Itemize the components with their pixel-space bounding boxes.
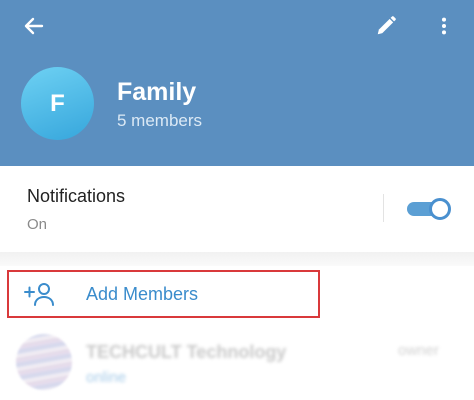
more-options-button[interactable] xyxy=(424,6,464,46)
notifications-toggle[interactable] xyxy=(407,198,451,220)
more-vertical-icon xyxy=(441,17,447,35)
notifications-label: Notifications xyxy=(27,186,126,206)
member-avatar xyxy=(16,334,72,390)
add-person-icon xyxy=(24,283,54,306)
group-avatar[interactable]: F xyxy=(21,67,94,140)
member-status: online xyxy=(86,369,127,386)
edit-button[interactable] xyxy=(366,6,406,46)
pencil-icon xyxy=(377,16,396,35)
notifications-row[interactable]: Notifications On xyxy=(0,166,474,252)
notifications-status: On xyxy=(27,216,48,233)
member-list-item[interactable]: TECHCULT Technology online owner xyxy=(0,322,474,400)
member-name: TECHCULT Technology xyxy=(86,342,287,362)
toggle-knob xyxy=(429,198,451,220)
member-role-badge: owner xyxy=(398,342,439,359)
add-members-row[interactable]: Add Members xyxy=(0,266,474,322)
member-count: 5 members xyxy=(117,111,203,130)
group-avatar-letter: F xyxy=(50,89,65,117)
divider xyxy=(383,194,384,222)
back-button[interactable] xyxy=(14,6,54,46)
add-members-label: Add Members xyxy=(86,284,199,304)
back-arrow-icon xyxy=(24,17,44,35)
group-name: Family xyxy=(117,78,197,106)
chat-info-header: F Family 5 members xyxy=(0,0,474,166)
section-divider xyxy=(0,252,474,266)
